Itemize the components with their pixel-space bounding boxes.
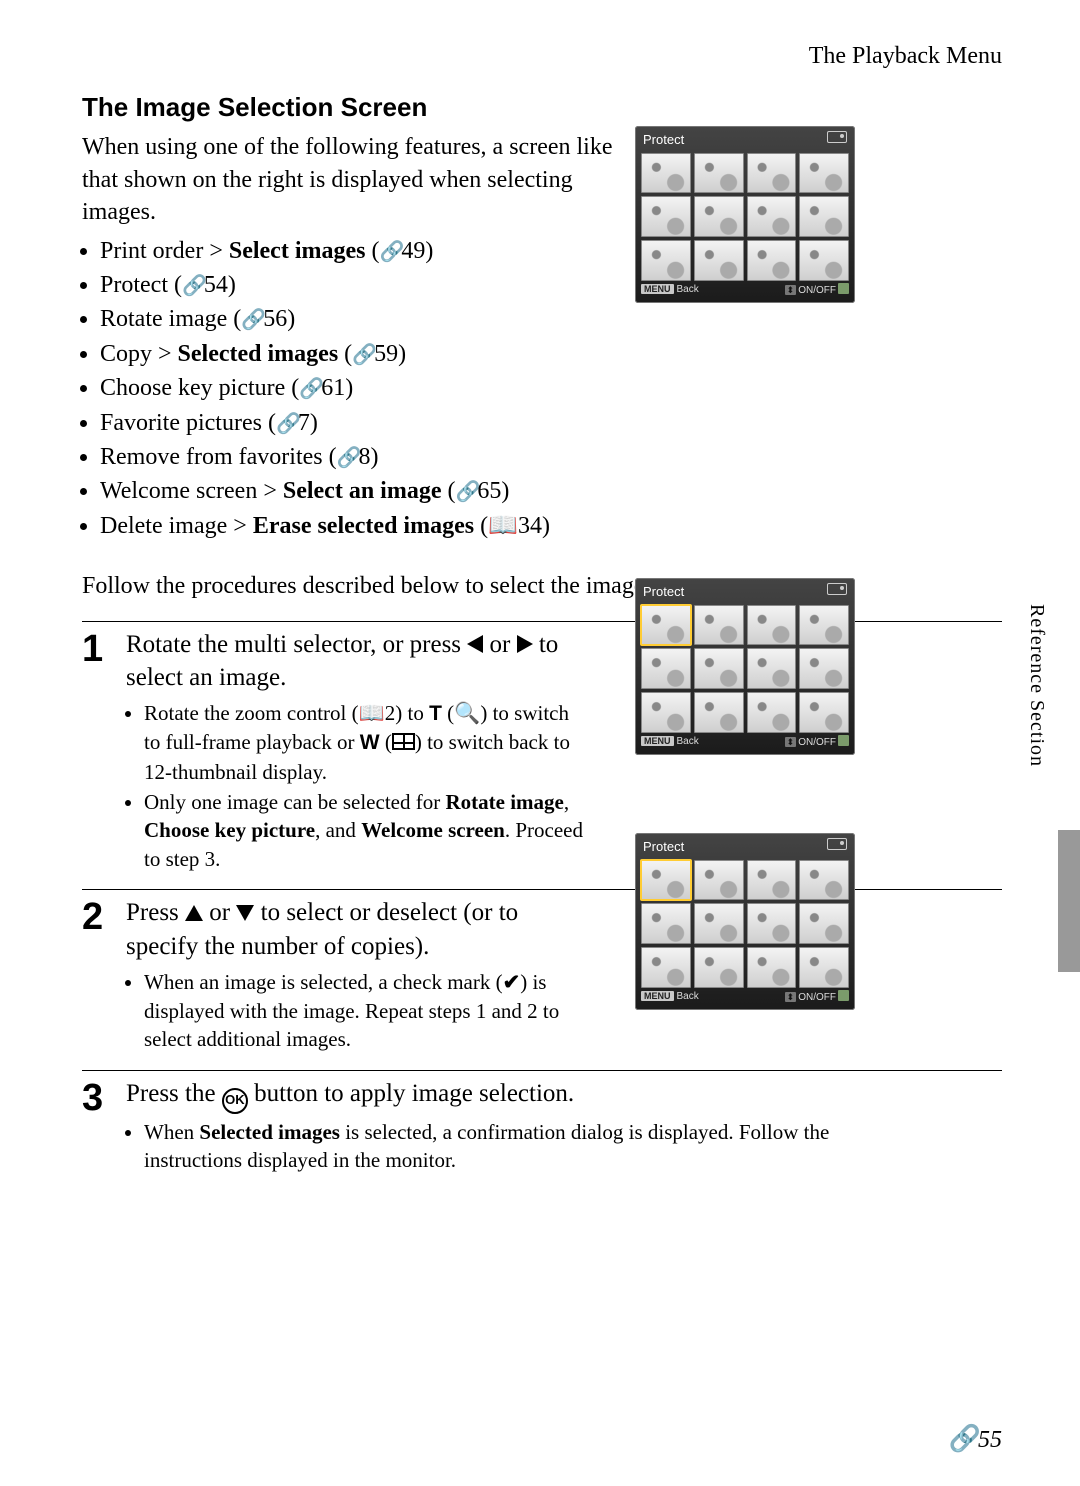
back-label: Back (677, 284, 699, 295)
updown-icon: ⬍ (785, 285, 797, 295)
section-title: The Image Selection Screen (82, 90, 1002, 125)
ref-icon: 🔗 (299, 378, 321, 400)
back-label: Back (677, 991, 699, 1002)
T-icon: T (429, 702, 442, 725)
left-arrow-icon (467, 635, 483, 653)
step-3: 3 Press the OK button to apply image sel… (82, 1077, 1002, 1181)
menu-tag: MENU (641, 284, 674, 294)
book-icon: 📖 (488, 512, 518, 539)
page-number: 🔗55 (949, 1421, 1002, 1456)
ref-icon: 🔗 (337, 447, 359, 469)
ref-icon: 🔗 (455, 481, 477, 503)
protect-key-icon (827, 838, 847, 850)
magnify-icon: 🔍 (454, 702, 480, 725)
feature-item: Welcome screen > Select an image (🔗65) (100, 475, 1002, 507)
camera-screen-protect-3: Protect ✔ ✔ ✔ MENUBack ⬍ON/OFF (635, 833, 855, 1010)
section-intro: When using one of the following features… (82, 131, 622, 228)
feature-item: Print order > Select images (🔗49) (100, 235, 1002, 267)
feature-item: Copy > Selected images (🔗59) (100, 338, 1002, 370)
feature-item: Remove from favorites (🔗8) (100, 441, 1002, 473)
menu-tag: MENU (641, 736, 674, 746)
follow-text: Follow the procedures described below to… (82, 570, 1002, 602)
feature-item: Choose key picture (🔗61) (100, 372, 1002, 404)
step-2-head: Press or to select or deselect (or to sp… (126, 896, 596, 964)
feature-item: Protect (🔗54) (100, 269, 1002, 301)
step-number: 2 (82, 896, 112, 936)
updown-icon: ⬍ (785, 992, 797, 1002)
feature-item: Delete image > Erase selected images (📖3… (100, 510, 1002, 542)
check-badge: ✔ (749, 862, 763, 876)
check-icon: ✔ (503, 971, 521, 994)
step-1-bullet: Only one image can be selected for Rotat… (144, 788, 584, 873)
thumbnail-icon (392, 733, 415, 750)
camera-screen-protect-1: Protect MENUBack ⬍ON/OFF (635, 126, 855, 303)
protect-key-icon (827, 131, 847, 143)
step-1: 1 Rotate the multi selector, or press or… (82, 628, 1002, 880)
ref-icon: 🔗 (182, 275, 204, 297)
step-3-head: Press the OK button to apply image selec… (126, 1077, 826, 1114)
side-tab (1058, 830, 1080, 972)
side-section-label: Reference Section (1023, 604, 1050, 767)
ref-icon: 🔗 (949, 1423, 978, 1453)
ok-button-icon: OK (222, 1088, 248, 1114)
book-icon: 📖 (359, 702, 385, 725)
protect-key-icon (827, 583, 847, 595)
zoom-icon (838, 283, 849, 294)
step-3-bullet: When Selected images is selected, a conf… (144, 1118, 844, 1175)
step-2-bullet: When an image is selected, a check mark … (144, 968, 584, 1054)
step-number: 1 (82, 628, 112, 668)
zoom-icon (838, 990, 849, 1001)
feature-item: Favorite pictures (🔗7) (100, 407, 1002, 439)
back-label: Back (677, 736, 699, 747)
ref-icon: 🔗 (241, 309, 263, 331)
check-badge: ✔ (643, 862, 657, 876)
divider (82, 1070, 1002, 1071)
onoff-label: ON/OFF (798, 737, 836, 748)
onoff-label: ON/OFF (798, 285, 836, 296)
divider (82, 621, 1002, 622)
up-arrow-icon (185, 905, 203, 921)
zoom-icon (838, 735, 849, 746)
camera-screen-protect-2: Protect MENUBack ⬍ON/OFF (635, 578, 855, 755)
divider (82, 889, 1002, 890)
feature-item: Rotate image (🔗56) (100, 303, 1002, 335)
right-arrow-icon (517, 635, 533, 653)
check-badge: ✔ (696, 862, 710, 876)
thumbnail-grid (635, 151, 855, 283)
breadcrumb: The Playback Menu (82, 40, 1002, 72)
step-1-bullet: Rotate the zoom control (📖2) to T (🔍) to… (144, 699, 584, 786)
step-2: 2 Press or to select or deselect (or to … (82, 896, 1002, 1060)
cam-title: Protect (643, 838, 684, 856)
cam-title: Protect (643, 131, 684, 149)
ref-icon: 🔗 (352, 344, 374, 366)
ref-icon: 🔗 (276, 413, 298, 435)
step-number: 3 (82, 1077, 112, 1117)
W-icon: W (360, 731, 380, 754)
onoff-label: ON/OFF (798, 992, 836, 1003)
thumbnail-grid: ✔ ✔ ✔ (635, 858, 855, 990)
cam-title: Protect (643, 583, 684, 601)
menu-tag: MENU (641, 991, 674, 1001)
thumbnail-grid (635, 603, 855, 735)
ref-icon: 🔗 (379, 241, 401, 263)
down-arrow-icon (236, 905, 254, 921)
feature-list: Print order > Select images (🔗49) Protec… (100, 235, 1002, 543)
thumbnail-selected (641, 605, 691, 646)
updown-icon: ⬍ (785, 737, 797, 747)
thumbnail-selected: ✔ (641, 860, 691, 901)
step-1-head: Rotate the multi selector, or press or t… (126, 628, 596, 696)
